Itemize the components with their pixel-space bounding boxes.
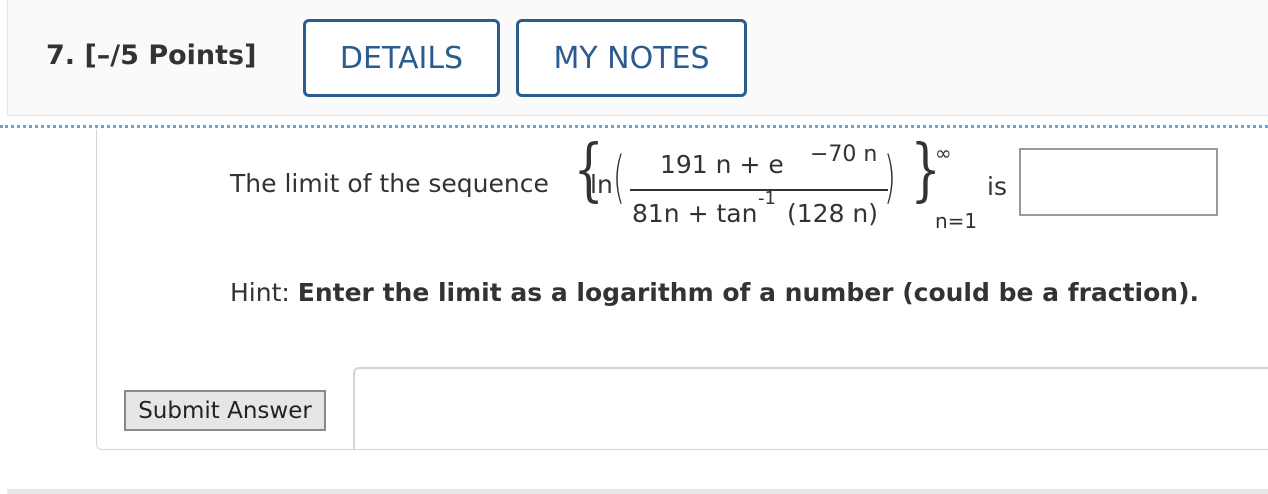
question-number: 7. [–/5 Points] bbox=[46, 40, 256, 71]
question-page: 7. [–/5 Points] DETAILS MY NOTES The lim… bbox=[0, 0, 1268, 494]
paren-close: ) bbox=[883, 145, 896, 210]
bottom-divider bbox=[7, 489, 1268, 494]
submit-answer-button[interactable]: Submit Answer bbox=[124, 390, 326, 431]
denominator-lead: 81n + tan bbox=[632, 199, 758, 228]
dotted-divider bbox=[0, 125, 1268, 128]
paren-open: ( bbox=[612, 145, 625, 210]
question-number-label: 7. bbox=[46, 40, 76, 71]
numerator-exponent: −70 n bbox=[810, 142, 878, 167]
hint-text: Enter the limit as a logarithm of a numb… bbox=[297, 278, 1200, 307]
my-notes-button[interactable]: MY NOTES bbox=[516, 19, 747, 97]
ln-function: ln bbox=[590, 170, 613, 199]
details-button[interactable]: DETAILS bbox=[303, 19, 500, 97]
numerator-text: 191 n + e bbox=[660, 150, 784, 179]
hint-label: Hint: bbox=[230, 278, 298, 307]
fraction-denominator: 81n + tan -1 (128 n) bbox=[632, 188, 878, 228]
points-label: [–/5 Points] bbox=[84, 40, 257, 71]
connector-is: is bbox=[987, 172, 1007, 201]
denominator-exponent: -1 bbox=[758, 188, 776, 209]
problem-prompt: The limit of the sequence bbox=[230, 169, 549, 198]
result-panel bbox=[353, 367, 1268, 450]
answer-input[interactable] bbox=[1019, 148, 1218, 216]
fraction-numerator: 191 n + e −70 n bbox=[660, 142, 877, 179]
denominator-tail: (128 n) bbox=[787, 199, 879, 228]
lower-limit: n=1 bbox=[935, 209, 978, 233]
hint-line: Hint: Enter the limit as a logarithm of … bbox=[230, 278, 1199, 307]
upper-limit: ∞ bbox=[935, 141, 952, 165]
